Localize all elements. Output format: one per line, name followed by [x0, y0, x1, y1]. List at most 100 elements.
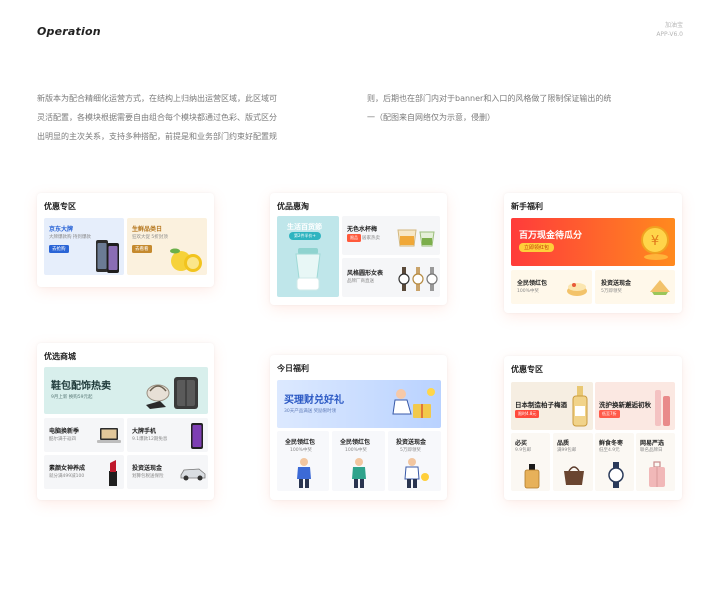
grid-item-beauty[interactable]: 素颜女神养成 就分满499减100 [44, 455, 124, 489]
promo-plum-wine[interactable]: 日本制造柏子梅酒 限时4.8元 [511, 382, 593, 430]
sandwich-icon [650, 280, 670, 295]
grid-item-laptop[interactable]: 电脑换新季 酷尔满于返四 [44, 418, 124, 452]
item-title: 大牌手机 [132, 428, 157, 435]
card-select-mall[interactable]: 优选商城 鞋包配饰热卖 9月上新 换购59元起 电脑换新季 酷尔满于返四 大牌手… [37, 343, 214, 500]
wine-bottle-icon [572, 386, 588, 427]
card-newbie-benefits[interactable]: 新手福利 百万现金待瓜分 立即领红包 ¥ 全民领红包 100%中奖 投资送现金 … [504, 193, 682, 313]
item-title: 投资送现金 [396, 439, 427, 446]
card-discount-zone[interactable]: 优惠专区 京东大牌 大牌爆款购 持到爆款 去抢购 生鲜品类日 狂欢大促 5折封顶… [37, 193, 214, 287]
promo-living-goods[interactable]: 生活百货節 第2件半价+ [277, 216, 339, 297]
banner-subtitle: 9月上新 换购59元起 [51, 395, 93, 400]
lipstick-icon [109, 460, 117, 486]
item-title: 风格圆形女表 [347, 270, 384, 277]
suitcase-icon [649, 461, 665, 487]
teacup-icon [397, 229, 435, 247]
handbag-icon [564, 466, 584, 485]
item-subtitle: 低至4.9元 [599, 448, 620, 453]
intro-line: 一（配图来自网络仅为示意，侵删） [367, 113, 495, 122]
item-title: 素颜女神养成 [49, 465, 86, 472]
person-illustration [352, 458, 366, 488]
claim-redpacket-button[interactable]: 立即领红包 [519, 243, 555, 252]
promo-subtitle: 狂欢大促 5折封顶 [132, 235, 168, 240]
item-subtitle: 满99包邮 [557, 448, 577, 453]
item-title: 网易严选 [640, 440, 665, 447]
banner-title: 鞋包配饰热卖 [51, 381, 111, 392]
lemon-icon [170, 248, 202, 272]
item-subtitle: 5万即领奖 [601, 289, 622, 294]
card-title: 新手福利 [511, 202, 543, 211]
item-title: 投资送现金 [601, 280, 632, 287]
car-icon [180, 468, 206, 481]
banner-bags-accessories[interactable]: 鞋包配饰热卖 9月上新 换购59元起 [44, 367, 208, 414]
banner-wealth-gift[interactable]: 买理财兑好礼 30天产品满送 奖励限时领 [277, 380, 441, 428]
category-fresh-dates[interactable]: 鲜食冬枣 低至4.9元 [595, 433, 634, 491]
category-netease-select[interactable]: 网易严选 联名品牌日 [636, 433, 675, 491]
reward-illustration [392, 388, 435, 418]
item-subtitle: 联名品牌日 [640, 448, 663, 453]
item-title: 鲜食冬枣 [599, 440, 624, 447]
item-title: 全民领红包 [517, 280, 548, 287]
intro-line: 则，后期也在部门内对于banner和入口的风格做了限制保证输出的统 [367, 94, 612, 103]
grid-item-phone[interactable]: 大牌手机 9.1爆款12期免息 [127, 418, 208, 452]
item-subtitle: 就分满499减100 [49, 474, 85, 479]
card-title: 优惠专区 [511, 365, 543, 374]
intro-line: 新版本为配合精细化运营方式，在结构上归纳出运营区域，此区域可 [37, 94, 277, 103]
item-subtitle: 居家热卖 [362, 236, 380, 241]
item-subtitle: 划算包税送保险 [132, 474, 164, 479]
promo-tag: 低至7折 [599, 410, 620, 418]
promo-jd-brand[interactable]: 京东大牌 大牌爆款购 持到爆款 去抢购 [44, 218, 124, 275]
gold-coin-icon: ¥ [641, 226, 669, 260]
cake-icon [567, 283, 587, 296]
item-subtitle: 100%中奖 [345, 448, 367, 453]
banner-subtitle: 30天产品满送 奖励限时领 [284, 409, 337, 414]
intro-line: 出明显的主次关系，支持多种搭配，前提是和业务部门约束好配置规 [37, 132, 277, 141]
promo-fresh-food[interactable]: 生鲜品类日 狂欢大促 5折封顶 去看看 [127, 218, 207, 275]
phone-icon [191, 423, 203, 449]
card-today-benefits[interactable]: 今日福利 买理财兑好礼 30天产品满送 奖励限时领 全民领红包 100%中奖 全… [270, 355, 447, 500]
card-discount-zone-2[interactable]: 优惠专区 日本制造柏子梅酒 限时4.8元 洗护换新邂逅初秋 低至7折 必买 9.… [504, 356, 682, 500]
luggage-icon [146, 377, 198, 409]
promo-subtitle: 大牌爆款购 持到爆款 [49, 235, 91, 240]
item-invest-cash[interactable]: 投资送现金 5万即领奖 [388, 431, 441, 491]
category-must-buy[interactable]: 必买 9.9包邮 [511, 433, 550, 491]
grid-item-car[interactable]: 投资送现金 划算包税送保险 [127, 455, 208, 489]
page-title: Operation [37, 25, 101, 38]
card-title: 优品惠淘 [277, 202, 309, 211]
item-subtitle: 9.9包邮 [515, 448, 532, 453]
promo-cup[interactable]: 无色水杯梅 限品 居家热卖 [342, 216, 440, 255]
item-redpacket-1[interactable]: 全民领红包 100%中奖 [277, 431, 329, 491]
item-redpacket-2[interactable]: 全民领红包 100%中奖 [332, 431, 385, 491]
promo-haircare[interactable]: 洗护换新邂逅初秋 低至7折 [595, 382, 675, 430]
watch-icon [608, 462, 624, 488]
promo-title: 日本制造柏子梅酒 [515, 401, 567, 409]
promo-tag: 限时4.8元 [515, 410, 540, 418]
item-title: 必买 [515, 440, 528, 447]
promo-watch[interactable]: 风格圆形女表 品牌厂商直送 [342, 258, 440, 297]
promo-invest-cash[interactable]: 投资送现金 5万即领奖 [595, 270, 675, 304]
item-title: 电脑换新季 [49, 428, 80, 435]
promo-title: 京东大牌 [49, 226, 74, 233]
item-title: 全民领红包 [340, 439, 371, 446]
card-title: 优选商城 [44, 352, 76, 361]
item-subtitle: 酷尔满于返四 [49, 437, 76, 442]
intro-paragraph-right: 则，后期也在部门内对于banner和入口的风格做了限制保证输出的统 一（配图来自… [367, 89, 657, 127]
view-button[interactable]: 去看看 [132, 245, 152, 253]
banner-cash-reward[interactable]: 百万现金待瓜分 立即领红包 ¥ [511, 218, 675, 266]
laptop-icon [97, 428, 121, 443]
category-quality[interactable]: 品质 满99包邮 [553, 433, 593, 491]
item-subtitle: 9.1爆款12期免息 [132, 437, 168, 442]
card-quality-deals[interactable]: 优品惠淘 生活百货節 第2件半价+ 无色水杯梅 限品 居家热卖 风格圆形女表 品… [270, 193, 447, 305]
item-title: 品质 [557, 440, 570, 447]
banner-title: 生活百货節 [287, 223, 322, 231]
promo-title: 洗护换新邂逅初秋 [599, 401, 651, 409]
intro-line: 灵活配置，各模块根据需要自由组合每个模块都通过色彩、版式区分 [37, 113, 277, 122]
item-badge: 限品 [347, 234, 361, 242]
brand-version: APP-V6.0 [656, 31, 683, 38]
promo-redpacket[interactable]: 全民领红包 100%中奖 [511, 270, 592, 304]
svg-text:¥: ¥ [651, 234, 659, 249]
banner-badge: 第2件半价+ [289, 232, 321, 240]
item-title: 全民领红包 [285, 439, 316, 446]
grab-button[interactable]: 去抢购 [49, 245, 69, 253]
item-subtitle: 5万即领奖 [400, 448, 421, 453]
brand-name: 加油宝 [664, 22, 683, 29]
